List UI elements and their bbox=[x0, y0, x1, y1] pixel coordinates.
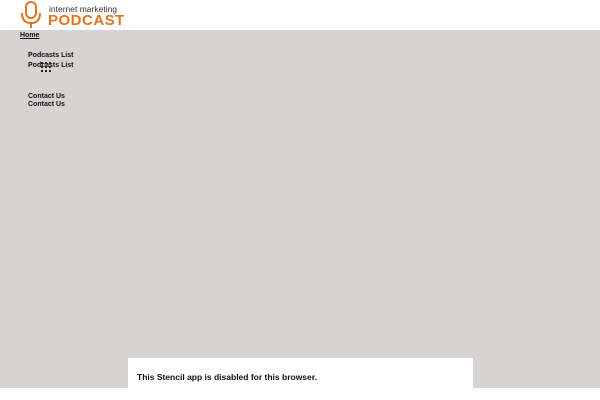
microphone-icon bbox=[21, 1, 41, 28]
browser-disabled-notice: This Stencil app is disabled for this br… bbox=[128, 358, 473, 388]
site-logo[interactable]: internet marketing PODCAST bbox=[18, 1, 133, 29]
loading-dots-icon bbox=[40, 61, 52, 73]
nav-home-link[interactable]: Home bbox=[20, 32, 39, 39]
notice-message: This Stencil app is disabled for this br… bbox=[137, 372, 317, 382]
nav-podcasts-list-link[interactable]: Podcasts List bbox=[28, 52, 74, 59]
site-header: internet marketing PODCAST bbox=[0, 0, 600, 30]
nav-contact-us-link[interactable]: Contact Us bbox=[28, 93, 65, 100]
bottom-strip bbox=[0, 388, 600, 400]
nav-contact-us-link[interactable]: Contact Us bbox=[28, 101, 65, 108]
logo-wordmark: PODCAST bbox=[48, 12, 125, 29]
page-background bbox=[0, 30, 600, 388]
